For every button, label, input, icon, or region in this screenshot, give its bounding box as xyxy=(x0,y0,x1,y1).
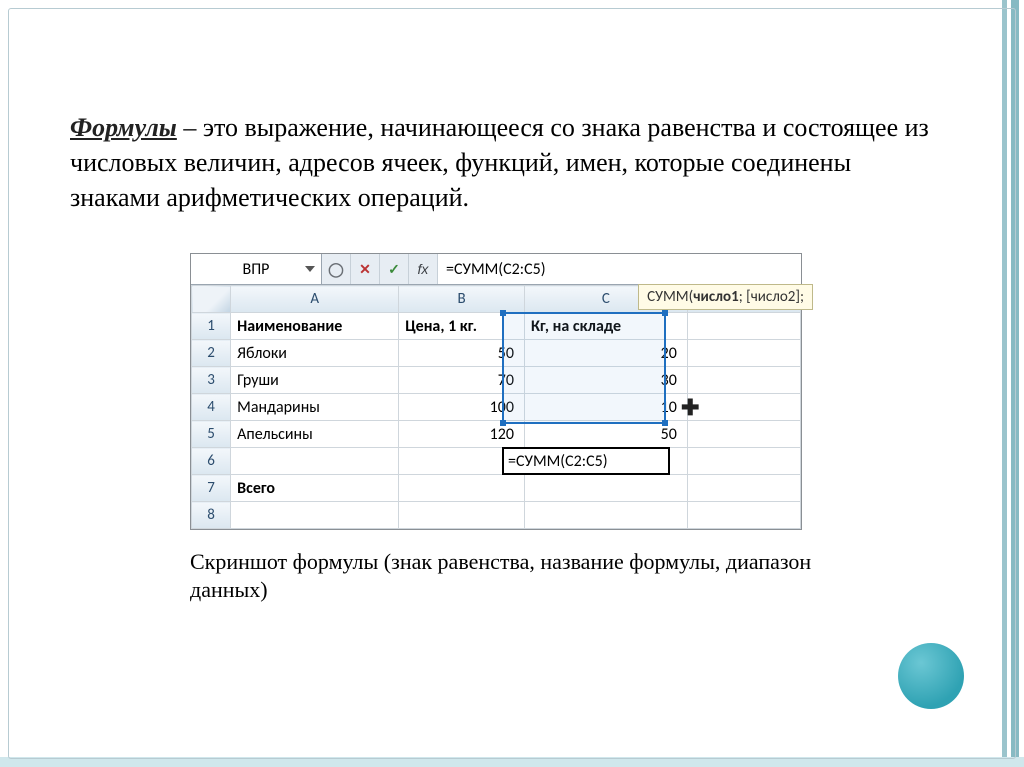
cell[interactable]: 100 xyxy=(399,394,525,421)
cell[interactable]: Мандарины xyxy=(231,394,399,421)
tooltip-fn: СУММ xyxy=(647,288,689,306)
cell[interactable] xyxy=(687,502,800,529)
row-header[interactable]: 3 xyxy=(192,367,231,394)
table-row: 6 xyxy=(192,448,801,475)
cell[interactable]: 50 xyxy=(524,421,687,448)
table-row: 3 Груши 70 30 xyxy=(192,367,801,394)
cell[interactable]: 70 xyxy=(399,367,525,394)
enter-icon[interactable]: ✓ xyxy=(380,254,409,284)
content-area: Формулы – это выражение, начинающееся со… xyxy=(70,110,930,603)
cell[interactable]: 10 xyxy=(524,394,687,421)
function-tooltip: СУММ(число1; [число2]; xyxy=(638,284,813,310)
row-header[interactable]: 4 xyxy=(192,394,231,421)
cell[interactable] xyxy=(687,421,800,448)
expand-icon[interactable]: ◯ xyxy=(322,254,351,284)
cell[interactable] xyxy=(399,502,525,529)
definition-text: Формулы – это выражение, начинающееся со… xyxy=(70,110,930,215)
cell[interactable] xyxy=(399,475,525,502)
cell[interactable]: 50 xyxy=(399,340,525,367)
cell[interactable] xyxy=(687,367,800,394)
name-box[interactable]: ВПР xyxy=(191,254,322,284)
row-header[interactable]: 5 xyxy=(192,421,231,448)
definition-body: – это выражение, начинающееся со знака р… xyxy=(70,113,929,212)
cell[interactable]: Цена, 1 кг. xyxy=(399,313,525,340)
caption-text: Скриншот формулы (знак равенства, назван… xyxy=(190,548,830,603)
formula-input-value: =СУММ(C2:C5) xyxy=(446,260,546,279)
cell[interactable] xyxy=(524,475,687,502)
cell[interactable] xyxy=(524,502,687,529)
formula-bar: ВПР ◯ ✕ ✓ fx =СУММ(C2:C5) xyxy=(191,254,801,285)
table-row: 8 xyxy=(192,502,801,529)
cell[interactable] xyxy=(687,475,800,502)
cell[interactable] xyxy=(231,502,399,529)
cell[interactable]: Наименование xyxy=(231,313,399,340)
cell[interactable] xyxy=(687,448,800,475)
formula-input[interactable]: =СУММ(C2:C5) xyxy=(438,254,801,284)
tooltip-arg1: число1 xyxy=(693,288,739,306)
decor-circle xyxy=(898,643,964,709)
cancel-icon[interactable]: ✕ xyxy=(351,254,380,284)
cell[interactable]: 120 xyxy=(399,421,525,448)
cell[interactable] xyxy=(231,448,399,475)
cell[interactable] xyxy=(687,313,800,340)
table-row: 1 Наименование Цена, 1 кг. Кг, на складе xyxy=(192,313,801,340)
cell[interactable]: 20 xyxy=(524,340,687,367)
cell[interactable] xyxy=(399,448,525,475)
definition-term: Формулы xyxy=(70,113,177,142)
row-header[interactable]: 1 xyxy=(192,313,231,340)
name-box-value: ВПР xyxy=(243,260,270,279)
slide: Формулы – это выражение, начинающееся со… xyxy=(0,0,1024,767)
row-header[interactable]: 2 xyxy=(192,340,231,367)
cell[interactable]: Яблоки xyxy=(231,340,399,367)
col-header-b[interactable]: B xyxy=(399,286,525,313)
spreadsheet-grid[interactable]: A B C 1 Наименование Цена, 1 кг. Кг, на … xyxy=(191,285,801,529)
row-header[interactable]: 8 xyxy=(192,502,231,529)
chevron-down-icon[interactable] xyxy=(305,266,315,272)
row-header[interactable]: 7 xyxy=(192,475,231,502)
cell[interactable] xyxy=(524,448,687,475)
col-header-a[interactable]: A xyxy=(231,286,399,313)
cell[interactable]: Груши xyxy=(231,367,399,394)
table-row: 7 Всего xyxy=(192,475,801,502)
excel-screenshot: ВПР ◯ ✕ ✓ fx =СУММ(C2:C5) СУММ(число1; [… xyxy=(190,253,802,530)
table-row: 2 Яблоки 50 20 xyxy=(192,340,801,367)
table-row: 4 Мандарины 100 10 xyxy=(192,394,801,421)
cell[interactable]: Апельсины xyxy=(231,421,399,448)
cell[interactable] xyxy=(687,340,800,367)
cell[interactable]: Всего xyxy=(231,475,399,502)
table-row: 5 Апельсины 120 50 xyxy=(192,421,801,448)
tooltip-arg-rest: ; [число2]; xyxy=(739,288,804,306)
cell[interactable]: 30 xyxy=(524,367,687,394)
select-all-corner[interactable] xyxy=(192,286,231,313)
cell[interactable]: Кг, на складе xyxy=(524,313,687,340)
fx-icon[interactable]: fx xyxy=(409,254,438,284)
cell[interactable] xyxy=(687,394,800,421)
row-header[interactable]: 6 xyxy=(192,448,231,475)
